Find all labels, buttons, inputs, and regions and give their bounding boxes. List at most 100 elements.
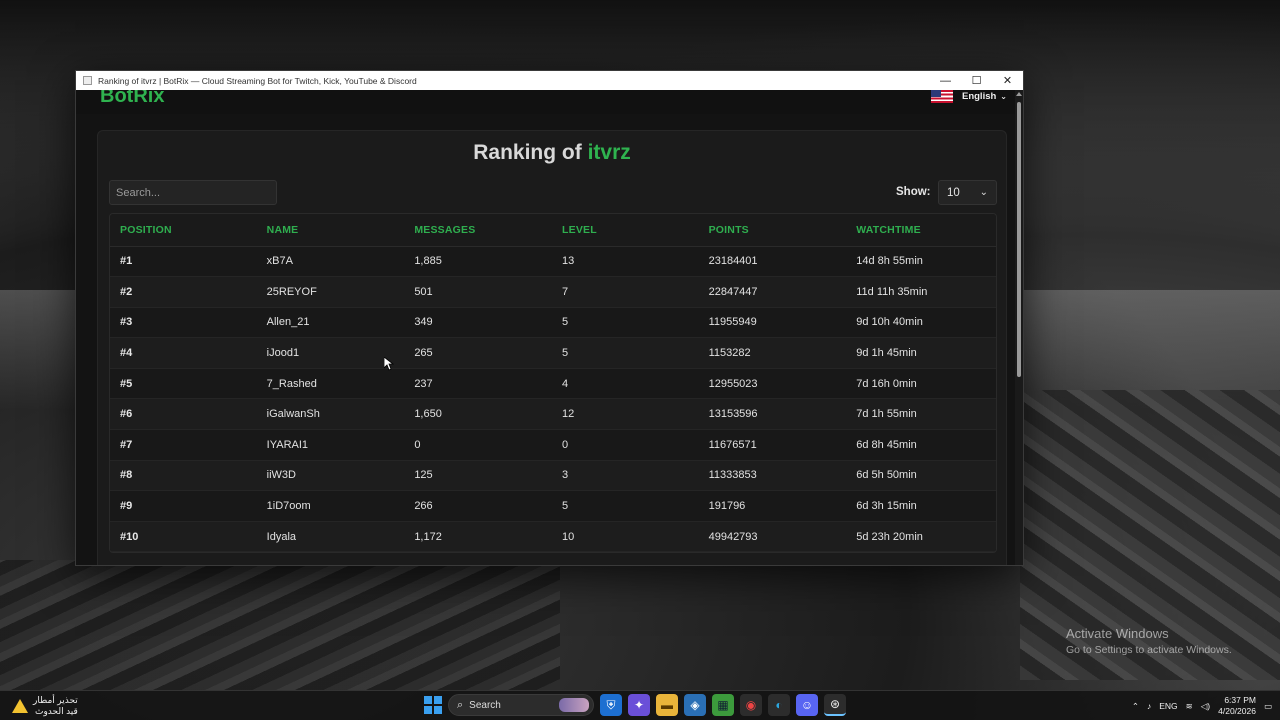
edge-icon[interactable]: ◐ (768, 694, 790, 716)
input-language[interactable]: ENG (1159, 701, 1177, 711)
column-header-level[interactable]: LEVEL (552, 214, 699, 247)
cell-position: #8 (110, 460, 257, 492)
copilot-icon[interactable]: ✦ (628, 694, 650, 716)
table-row: #2 25REYOF 501 7 22847447 11d 11h 35min (110, 276, 996, 308)
volume-icon[interactable]: ◁) (1201, 701, 1210, 712)
language-label: English (961, 91, 997, 102)
cell-points: 22847447 (698, 276, 847, 308)
cell-level: 5 (552, 307, 699, 339)
table-row: #9 1iD7oom 266 5 191796 6d 3h 15min (110, 490, 996, 522)
cell-messages: 265 (404, 337, 552, 369)
cell-watchtime: 6d 8h 45min (846, 429, 996, 461)
column-header-messages[interactable]: MESSAGES (404, 214, 552, 247)
microphone-icon[interactable]: ♪ (1147, 701, 1151, 711)
cell-name: Idyala (256, 521, 405, 552)
cell-messages: 349 (404, 307, 552, 339)
cell-level: 10 (552, 521, 699, 552)
cell-name: xB7A (256, 246, 405, 278)
scroll-up-icon[interactable] (1016, 92, 1022, 96)
ranking-table-container: POSITION NAME MESSAGES LEVEL POINTS WATC… (109, 213, 997, 553)
file-explorer-icon[interactable]: ▬ (656, 694, 678, 716)
activate-subtitle: Go to Settings to activate Windows. (1066, 644, 1232, 656)
language-selector[interactable]: English ⌄ (930, 90, 1007, 103)
defender-shield-icon[interactable]: ⛨ (600, 694, 622, 716)
ranking-card: Ranking of itvrz Show: 10 ⌄ POSITION (97, 130, 1007, 565)
cell-level: 12 (552, 398, 699, 431)
page-size-select[interactable]: 10 ⌄ (938, 180, 997, 205)
cell-messages: 1,650 (404, 398, 552, 431)
cell-messages: 1,172 (404, 521, 552, 552)
taskbar-apps: ⌕ Search ⛨ ✦ ▬ ◈ ▦ ◉ ◐ ☺ ⊛ (424, 694, 846, 716)
search-input[interactable] (109, 180, 277, 205)
scrollbar-thumb[interactable] (1017, 102, 1021, 377)
cell-level: 5 (552, 490, 699, 522)
clock[interactable]: 6:37 PM 4/20/2026 (1218, 695, 1256, 717)
cell-position: #9 (110, 490, 257, 522)
column-header-position[interactable]: POSITION (110, 214, 257, 247)
cell-name: 25REYOF (256, 276, 405, 308)
table-row: #5 7_Rashed 237 4 12955023 7d 16h 0min (110, 368, 996, 400)
weather-line-1: تحذير أمطار (33, 695, 78, 705)
cell-position: #4 (110, 337, 257, 369)
cell-name: 1iD7oom (256, 490, 405, 522)
cell-messages: 266 (404, 490, 552, 522)
wallpaper-rubble-left (0, 560, 560, 690)
notification-icon[interactable]: ▭ (1264, 701, 1272, 712)
xbox-app-icon[interactable]: ◈ (684, 694, 706, 716)
close-button[interactable]: ✕ (992, 71, 1023, 90)
search-icon: ⌕ (457, 698, 464, 711)
cell-level: 7 (552, 276, 699, 308)
cell-watchtime: 9d 1h 45min (846, 337, 996, 369)
cell-name: iGalwanSh (256, 398, 405, 431)
cell-watchtime: 5d 23h 20min (846, 521, 996, 552)
weather-warning-icon (12, 699, 28, 713)
cell-name: Allen_21 (256, 307, 405, 339)
wifi-icon[interactable]: ≋ (1186, 701, 1193, 712)
system-tray: ⌃ ♪ ENG ≋ ◁) 6:37 PM 4/20/2026 ▭ (1132, 691, 1272, 720)
column-header-name[interactable]: NAME (256, 214, 405, 247)
show-label: Show: (896, 186, 931, 198)
taskbar-search[interactable]: ⌕ Search (448, 694, 594, 716)
weather-widget[interactable]: تحذير أمطار قيد الحدوث (12, 695, 78, 717)
chevron-down-icon: ⌄ (979, 187, 988, 198)
ranking-table: POSITION NAME MESSAGES LEVEL POINTS WATC… (110, 214, 996, 552)
page-scrollbar[interactable] (1015, 90, 1023, 565)
cell-points: 23184401 (698, 246, 847, 278)
minimize-button[interactable]: — (930, 71, 961, 90)
cell-messages: 125 (404, 460, 552, 492)
cell-position: #3 (110, 307, 257, 339)
mouse-pointer-icon (384, 357, 394, 371)
cell-level: 13 (552, 246, 699, 278)
weather-text: تحذير أمطار قيد الحدوث (33, 695, 78, 717)
discord-icon[interactable]: ☺ (796, 694, 818, 716)
column-header-points[interactable]: POINTS (698, 214, 847, 247)
maximize-button[interactable]: ☐ (961, 71, 992, 90)
table-row: #8 iiW3D 125 3 11333853 6d 5h 50min (110, 460, 996, 492)
cell-level: 0 (552, 429, 699, 461)
browser-window: Ranking of itvrz | BotRix — Cloud Stream… (75, 70, 1024, 566)
minecraft-icon[interactable]: ▦ (712, 694, 734, 716)
browser-active-icon[interactable]: ⊛ (824, 694, 846, 716)
weather-line-2: قيد الحدوث (34, 706, 78, 716)
brand-logo[interactable]: BotRix (100, 90, 164, 108)
window-titlebar[interactable]: Ranking of itvrz | BotRix — Cloud Stream… (76, 71, 1023, 90)
table-row: #3 Allen_21 349 5 11955949 9d 10h 40min (110, 307, 996, 339)
column-header-watchtime[interactable]: WATCHTIME (846, 214, 996, 247)
us-flag-icon (930, 90, 953, 103)
cell-messages: 237 (404, 368, 552, 400)
cell-position: #2 (110, 276, 257, 308)
table-row: #1 xB7A 1,885 13 23184401 14d 8h 55min (110, 246, 996, 278)
cell-messages: 1,885 (404, 246, 552, 278)
title-prefix: Ranking of (473, 141, 582, 164)
chevron-up-icon[interactable]: ⌃ (1132, 701, 1139, 712)
top-nav: BotRix English ⌄ (76, 90, 1015, 114)
page-size-value: 10 (947, 186, 960, 199)
taskbar-search-label: Search (469, 699, 501, 711)
table-row: #4 iJood1 265 5 1153282 9d 1h 45min (110, 337, 996, 369)
chrome-icon[interactable]: ◉ (740, 694, 762, 716)
table-row: #10 Idyala 1,172 10 49942793 5d 23h 20mi… (110, 521, 996, 552)
cell-points: 49942793 (698, 521, 847, 552)
chevron-down-icon: ⌄ (1000, 92, 1007, 101)
windows-start-icon[interactable] (424, 696, 442, 714)
cell-watchtime: 9d 10h 40min (846, 307, 996, 339)
